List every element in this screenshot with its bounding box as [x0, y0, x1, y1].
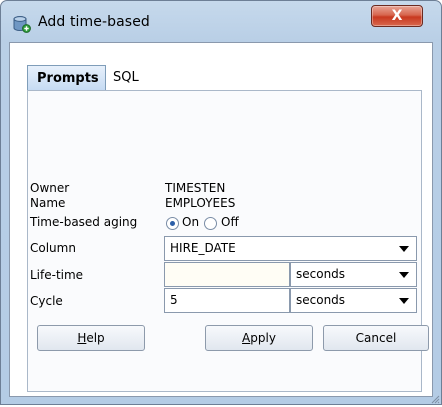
aging-off-label[interactable]: Off [221, 215, 239, 229]
apply-button[interactable]: Apply [205, 325, 313, 351]
chevron-down-icon [399, 246, 409, 252]
cycle-unit-select[interactable]: seconds [290, 288, 417, 313]
close-button[interactable]: X [371, 5, 423, 27]
title-bar[interactable]: Add time-based X [1, 1, 441, 41]
column-select-value: HIRE_DATE [170, 241, 236, 255]
owner-label: Owner [30, 181, 70, 195]
cycle-label: Cycle [30, 294, 63, 308]
tab-prompts[interactable]: Prompts [27, 65, 106, 90]
lifetime-unit-select[interactable]: seconds [290, 262, 417, 287]
chevron-down-icon [399, 298, 409, 304]
help-button[interactable]: Help [37, 325, 145, 351]
aging-on-label[interactable]: On [182, 215, 199, 229]
column-label: Column [30, 241, 76, 255]
aging-on-radio[interactable] [166, 217, 179, 230]
resize-grip-icon[interactable] [430, 393, 440, 404]
name-label: Name [30, 196, 66, 210]
lifetime-unit-value: seconds [296, 267, 346, 281]
lifetime-label: Life-time [30, 268, 84, 282]
close-icon: X [391, 8, 403, 24]
dialog-window: Add time-based X Prompts SQL Owner TIMES… [0, 0, 442, 405]
chevron-down-icon [399, 272, 409, 278]
name-value: EMPLOYEES [165, 196, 236, 210]
window-title: Add time-based [38, 14, 150, 30]
aging-off-radio[interactable] [204, 217, 217, 230]
cycle-unit-value: seconds [296, 293, 346, 307]
lifetime-input[interactable] [164, 262, 290, 287]
tab-sql[interactable]: SQL [113, 65, 153, 90]
aging-label: Time-based aging [30, 215, 138, 229]
cycle-input[interactable]: 5 [164, 288, 290, 313]
database-add-icon [13, 15, 31, 33]
cancel-button[interactable]: Cancel [323, 325, 429, 351]
column-select[interactable]: HIRE_DATE [164, 236, 417, 261]
owner-value: TIMESTEN [165, 181, 226, 195]
